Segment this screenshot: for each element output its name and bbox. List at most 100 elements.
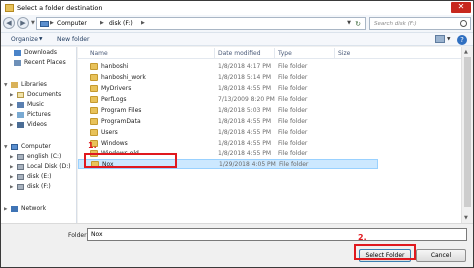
- folder-dialog: Select a folder destination ✕ ◀ ▶ ▼ ▶ Co…: [0, 0, 474, 268]
- file-name: Program Files: [101, 107, 142, 114]
- chevron-down-icon[interactable]: ▼: [39, 37, 42, 42]
- chevron-right-icon[interactable]: ▶: [50, 20, 54, 26]
- folder-icon: [90, 118, 98, 125]
- step-2-marker: 2.: [358, 233, 367, 242]
- folder-icon: [90, 85, 98, 92]
- drive-icon: [17, 184, 24, 190]
- expand-icon[interactable]: ▶: [10, 175, 13, 180]
- recent-locations-dropdown[interactable]: ▼: [31, 20, 35, 26]
- nav-item-label: disk (F:): [27, 183, 51, 190]
- file-type: File folder: [278, 118, 308, 125]
- search-icon: [460, 20, 467, 27]
- search-input[interactable]: Search disk (F:): [369, 17, 471, 30]
- folder-icon: [90, 96, 98, 103]
- back-button[interactable]: ◀: [3, 17, 15, 29]
- file-row[interactable]: MyDrivers 1/8/2018 4:55 PM File folder: [78, 84, 378, 94]
- chevron-down-icon[interactable]: ▼: [447, 37, 450, 42]
- file-date: 7/13/2009 8:20 PM: [218, 96, 275, 103]
- chevron-right-icon[interactable]: ▶: [100, 20, 104, 26]
- column-name[interactable]: Name: [90, 50, 108, 57]
- nav-item-label: disk (E:): [27, 173, 52, 180]
- breadcrumb-computer[interactable]: Computer: [57, 20, 87, 27]
- column-divider[interactable]: [214, 48, 215, 58]
- expand-icon[interactable]: ▶: [4, 207, 7, 212]
- file-type: File folder: [278, 96, 308, 103]
- file-row[interactable]: Users 1/8/2018 4:55 PM File folder: [78, 128, 378, 138]
- scroll-thumb[interactable]: [464, 57, 471, 207]
- folder-name-input[interactable]: Nox: [87, 228, 467, 241]
- file-type: File folder: [278, 107, 308, 114]
- vertical-scrollbar[interactable]: ▲ ▼: [461, 47, 473, 223]
- file-date: 1/8/2018 4:55 PM: [218, 150, 272, 157]
- file-type: File folder: [278, 129, 308, 136]
- file-row[interactable]: ProgramData 1/8/2018 4:55 PM File folder: [78, 117, 378, 127]
- drive-icon: [17, 154, 24, 160]
- refresh-button[interactable]: ↻: [353, 19, 363, 29]
- expand-icon[interactable]: ▶: [10, 103, 13, 108]
- toolbar: Organize ▼ New folder ▼ ?: [1, 32, 473, 46]
- file-type: File folder: [278, 74, 308, 81]
- nav-item-label: Recent Places: [24, 59, 66, 66]
- highlight-box-select-folder: [354, 244, 416, 260]
- column-header: Name Date modified Type Size: [78, 47, 461, 59]
- nav-item-label: Downloads: [24, 49, 57, 56]
- column-type[interactable]: Type: [278, 50, 292, 57]
- file-name: MyDrivers: [101, 85, 132, 92]
- file-row[interactable]: hanboshi 1/8/2018 4:17 PM File folder: [78, 62, 378, 72]
- file-list: Name Date modified Type Size hanboshi 1/…: [78, 47, 461, 223]
- folder-icon: [90, 63, 98, 70]
- expand-icon[interactable]: ▶: [10, 185, 13, 190]
- column-size[interactable]: Size: [338, 50, 350, 57]
- close-button[interactable]: ✕: [451, 2, 471, 13]
- view-options-icon[interactable]: [435, 35, 445, 43]
- drive-icon: [17, 164, 24, 170]
- folder-label: Folder:: [68, 232, 89, 239]
- scroll-up-icon[interactable]: ▲: [464, 49, 468, 55]
- recent-places-icon: [14, 60, 21, 66]
- expand-icon[interactable]: ▶: [10, 93, 13, 98]
- new-folder-button[interactable]: New folder: [57, 36, 89, 43]
- expand-icon[interactable]: ▶: [10, 113, 13, 118]
- column-date-modified[interactable]: Date modified: [218, 50, 261, 57]
- downloads-icon: [14, 50, 21, 56]
- file-date: 1/8/2018 4:55 PM: [218, 118, 272, 125]
- nav-item-label: english (C:): [27, 153, 62, 160]
- scroll-down-icon[interactable]: ▼: [464, 215, 468, 221]
- column-divider[interactable]: [334, 48, 335, 58]
- file-row[interactable]: PerfLogs 7/13/2009 8:20 PM File folder: [78, 95, 378, 105]
- file-name: PerfLogs: [101, 96, 127, 103]
- file-name: hanboshi_work: [101, 74, 146, 81]
- nav-item-label: Computer: [21, 143, 51, 150]
- nav-item-label: Pictures: [27, 111, 51, 118]
- chevron-right-icon[interactable]: ▶: [141, 20, 145, 26]
- organize-button[interactable]: Organize: [11, 36, 38, 43]
- file-row[interactable]: Program Files 1/8/2018 5:03 PM File fold…: [78, 106, 378, 116]
- computer-icon: [11, 144, 18, 150]
- file-row[interactable]: hanboshi_work 1/8/2018 5:14 PM File fold…: [78, 73, 378, 83]
- column-divider[interactable]: [274, 48, 275, 58]
- videos-icon: [17, 122, 24, 128]
- cancel-button[interactable]: Cancel: [416, 249, 466, 262]
- folder-icon: [90, 107, 98, 114]
- folder-icon: [90, 129, 98, 136]
- address-bar[interactable]: ▶ Computer ▶ disk (F:) ▶ ▼ ↻: [36, 17, 366, 30]
- expand-icon[interactable]: ▼: [4, 83, 7, 88]
- forward-button[interactable]: ▶: [17, 17, 29, 29]
- documents-icon: [17, 92, 24, 98]
- expand-icon[interactable]: ▶: [10, 123, 13, 128]
- file-date: 1/8/2018 5:03 PM: [218, 107, 272, 114]
- expand-icon[interactable]: ▶: [10, 165, 13, 170]
- expand-icon[interactable]: ▼: [4, 145, 7, 150]
- music-icon: [17, 102, 24, 108]
- address-dropdown[interactable]: ▼: [347, 20, 351, 26]
- help-button[interactable]: ?: [457, 35, 467, 45]
- file-date: 1/8/2018 4:55 PM: [218, 129, 272, 136]
- file-date: 1/29/2018 4:05 PM: [219, 161, 276, 168]
- breadcrumb-disk-f[interactable]: disk (F:): [109, 20, 133, 27]
- file-type: File folder: [279, 161, 309, 168]
- drive-icon: [17, 174, 24, 180]
- libraries-icon: [11, 82, 18, 88]
- file-type: File folder: [278, 63, 308, 70]
- file-row[interactable]: Windows 1/8/2018 4:55 PM File folder: [78, 139, 378, 149]
- expand-icon[interactable]: ▶: [10, 155, 13, 160]
